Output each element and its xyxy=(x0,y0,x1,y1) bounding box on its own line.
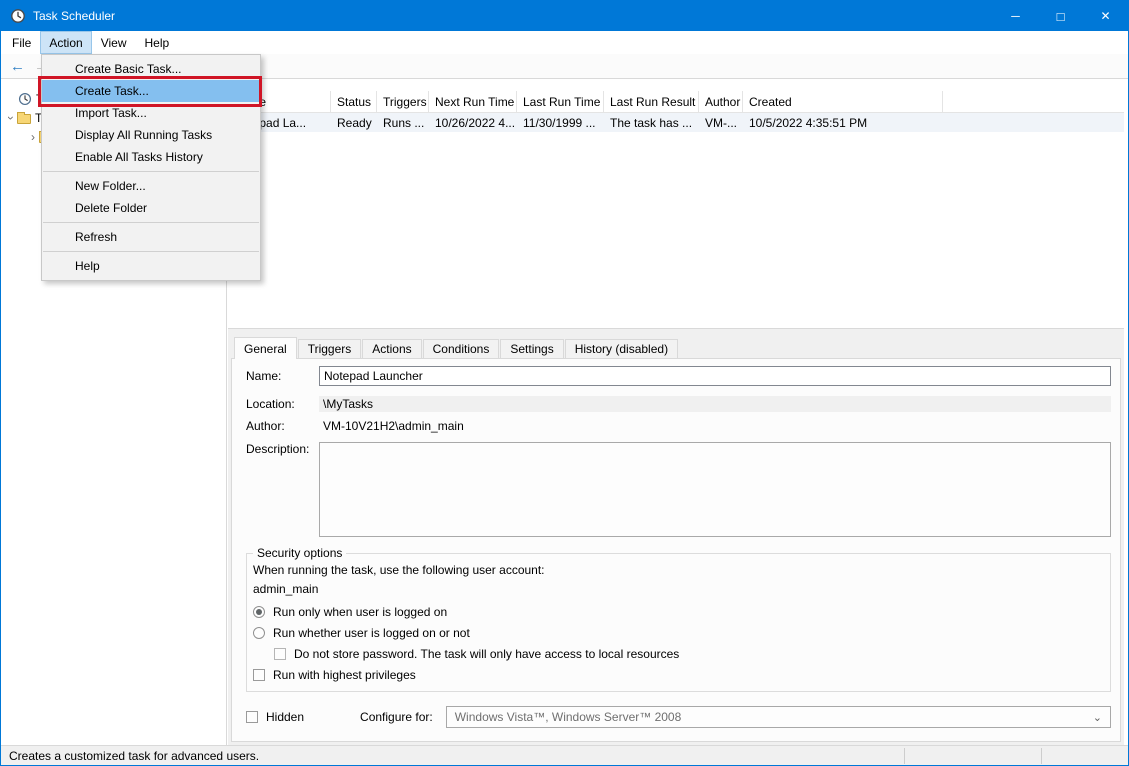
menu-file[interactable]: File xyxy=(3,31,40,54)
menu-item-delete-folder[interactable]: Delete Folder xyxy=(42,197,260,219)
tab-history[interactable]: History (disabled) xyxy=(565,339,678,358)
status-text: Creates a customized task for advanced u… xyxy=(1,749,259,763)
details-pane: General Triggers Actions Conditions Sett… xyxy=(228,334,1124,745)
column-header-filler xyxy=(943,91,1124,112)
author-label: Author: xyxy=(246,419,319,433)
titlebar: Task Scheduler ─ □ ✕ xyxy=(1,1,1128,31)
general-tab-content: Name: Location: \MyTasks Author: VM-10V2… xyxy=(231,358,1121,742)
tab-actions[interactable]: Actions xyxy=(362,339,421,358)
name-label: Name: xyxy=(246,369,319,383)
radio-label: Run whether user is logged on or not xyxy=(273,626,470,640)
column-header-next-run-time[interactable]: Next Run Time xyxy=(429,91,517,112)
checkbox-run-highest-privileges[interactable]: Run with highest privileges xyxy=(253,668,1100,682)
account-instruction: When running the task, use the following… xyxy=(253,563,1100,577)
account-value: admin_main xyxy=(253,582,1100,596)
checkbox-hidden[interactable] xyxy=(246,711,258,723)
security-options-legend: Security options xyxy=(253,546,346,560)
statusbar: Creates a customized task for advanced u… xyxy=(1,745,1128,766)
maximize-button[interactable]: □ xyxy=(1038,1,1083,31)
menu-item-enable-all-tasks-history[interactable]: Enable All Tasks History xyxy=(42,146,260,168)
column-header-last-run-result[interactable]: Last Run Result xyxy=(604,91,699,112)
cell-created: 10/5/2022 4:35:51 PM xyxy=(743,116,943,130)
column-header-author[interactable]: Author xyxy=(699,91,743,112)
task-list-header: Name Status Triggers Next Run Time Last … xyxy=(228,91,1124,113)
description-row: Description: xyxy=(246,442,1111,537)
folder-icon xyxy=(17,114,31,124)
column-header-status[interactable]: Status xyxy=(331,91,377,112)
author-row: Author: VM-10V21H2\admin_main xyxy=(246,419,1111,433)
location-value: \MyTasks xyxy=(319,396,1111,412)
radio-button-icon[interactable] xyxy=(253,627,265,639)
checkbox-icon[interactable] xyxy=(274,648,286,660)
cell-author: VM-... xyxy=(699,116,743,130)
task-name-input[interactable] xyxy=(319,366,1111,386)
menu-action[interactable]: Action xyxy=(40,31,91,54)
radio-run-only-logged-on[interactable]: Run only when user is logged on xyxy=(253,605,1100,619)
task-row-notepad-launcher[interactable]: Notepad La... Ready Runs ... 10/26/2022 … xyxy=(228,113,1124,132)
cell-last-run-result: The task has ... xyxy=(604,116,699,130)
radio-label: Run only when user is logged on xyxy=(273,605,447,619)
column-header-created[interactable]: Created xyxy=(743,91,943,112)
chevron-down-icon[interactable]: › xyxy=(4,112,18,124)
chevron-right-icon[interactable]: › xyxy=(27,130,39,144)
hidden-label: Hidden xyxy=(266,710,304,724)
description-label: Description: xyxy=(246,442,319,456)
cell-triggers: Runs ... xyxy=(377,116,429,130)
menu-item-import-task[interactable]: Import Task... xyxy=(42,102,260,124)
radio-button-icon[interactable] xyxy=(253,606,265,618)
tab-triggers[interactable]: Triggers xyxy=(298,339,362,358)
security-options-group: Security options When running the task, … xyxy=(246,546,1111,692)
window-title: Task Scheduler xyxy=(33,9,115,23)
menu-view[interactable]: View xyxy=(92,31,136,54)
checkbox-label: Run with highest privileges xyxy=(273,668,416,682)
details-tab-strip: General Triggers Actions Conditions Sett… xyxy=(231,336,1121,358)
minimize-button[interactable]: ─ xyxy=(993,1,1038,31)
author-value: VM-10V21H2\admin_main xyxy=(319,419,464,433)
menu-item-new-folder[interactable]: New Folder... xyxy=(42,175,260,197)
hidden-configure-row: Hidden Configure for: Windows Vista™, Wi… xyxy=(246,706,1111,728)
checkbox-icon[interactable] xyxy=(253,669,265,681)
menu-item-help[interactable]: Help xyxy=(42,255,260,277)
task-scheduler-clock-icon xyxy=(10,8,26,24)
task-list-panel: Name Status Triggers Next Run Time Last … xyxy=(228,79,1124,329)
name-row: Name: xyxy=(246,366,1111,386)
back-arrow-icon[interactable]: ← xyxy=(10,59,25,74)
tab-settings[interactable]: Settings xyxy=(500,339,563,358)
checkbox-label: Do not store password. The task will onl… xyxy=(294,647,679,661)
location-row: Location: \MyTasks xyxy=(246,396,1111,412)
close-button[interactable]: ✕ xyxy=(1083,1,1128,31)
location-label: Location: xyxy=(246,397,319,411)
radio-run-whether-logged-on[interactable]: Run whether user is logged on or not xyxy=(253,626,1100,640)
menu-separator xyxy=(43,251,259,252)
clock-icon xyxy=(18,92,32,106)
chevron-down-icon: ⌄ xyxy=(1093,711,1102,724)
configure-for-label: Configure for: xyxy=(360,710,433,724)
column-header-triggers[interactable]: Triggers xyxy=(377,91,429,112)
window-controls: ─ □ ✕ xyxy=(993,1,1128,31)
checkbox-do-not-store-password[interactable]: Do not store password. The task will onl… xyxy=(274,647,1100,661)
menu-item-display-all-running-tasks[interactable]: Display All Running Tasks xyxy=(42,124,260,146)
statusbar-divider xyxy=(904,748,905,764)
cell-next-run-time: 10/26/2022 4... xyxy=(429,116,517,130)
configure-for-select[interactable]: Windows Vista™, Windows Server™ 2008 ⌄ xyxy=(446,706,1111,728)
menu-item-create-task[interactable]: Create Task... xyxy=(42,80,260,102)
task-scheduler-window: Task Scheduler ─ □ ✕ File Action View He… xyxy=(0,0,1129,766)
menubar: File Action View Help xyxy=(1,31,1128,54)
column-header-last-run-time[interactable]: Last Run Time xyxy=(517,91,604,112)
menu-item-refresh[interactable]: Refresh xyxy=(42,226,260,248)
cell-last-run-time: 11/30/1999 ... xyxy=(517,116,604,130)
menu-help[interactable]: Help xyxy=(136,31,179,54)
tab-general[interactable]: General xyxy=(234,337,297,359)
action-menu-dropdown: Create Basic Task... Create Task... Impo… xyxy=(41,54,261,281)
menu-separator xyxy=(43,222,259,223)
statusbar-divider xyxy=(1041,748,1042,764)
configure-for-value: Windows Vista™, Windows Server™ 2008 xyxy=(455,710,682,724)
menu-separator xyxy=(43,171,259,172)
cell-status: Ready xyxy=(331,116,377,130)
menu-item-create-basic-task[interactable]: Create Basic Task... xyxy=(42,58,260,80)
tab-conditions[interactable]: Conditions xyxy=(423,339,500,358)
description-textbox[interactable] xyxy=(319,442,1111,537)
